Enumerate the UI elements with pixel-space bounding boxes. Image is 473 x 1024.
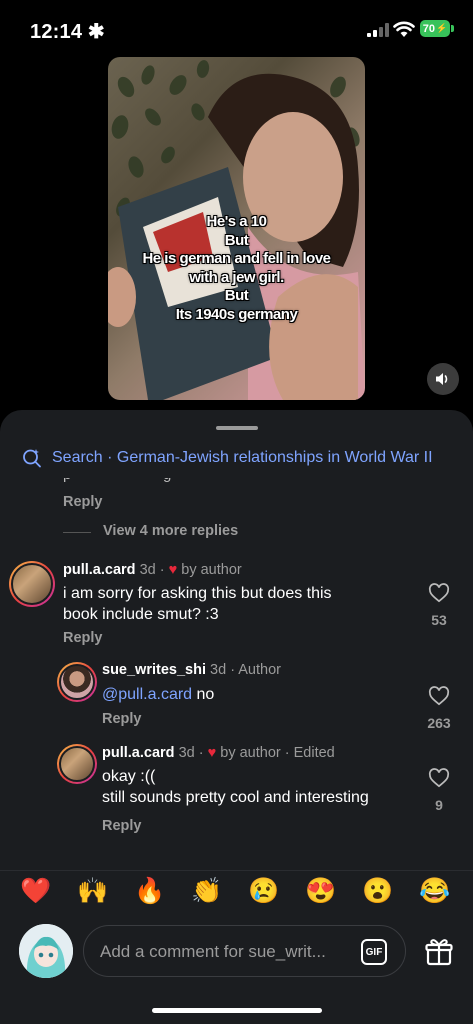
gift-icon[interactable] xyxy=(424,937,454,967)
status-bar: 12:14 ✱ 70 ⚡ xyxy=(0,0,473,56)
caption-line: But xyxy=(224,287,249,304)
gif-button[interactable]: GIF xyxy=(361,939,387,965)
clipped-comment-text: p g xyxy=(63,478,203,484)
comment-meta: pull.a.card 3d · ♥ by author · Edited xyxy=(102,745,335,761)
view-more-replies-button[interactable]: View 4 more replies xyxy=(103,523,238,539)
quick-reactions-bar xyxy=(0,870,473,916)
comment-username[interactable]: pull.a.card xyxy=(102,745,175,761)
caption-line: Its 1940s germany xyxy=(175,305,298,323)
reply-button[interactable]: Reply xyxy=(102,711,142,727)
home-indicator[interactable] xyxy=(152,1008,322,1013)
reply-button[interactable]: Reply xyxy=(102,818,142,834)
like-control[interactable]: 9 xyxy=(419,768,459,813)
speaker-icon xyxy=(436,373,448,385)
comment-text-line: still sounds pretty cool and interesting xyxy=(102,788,369,806)
edited-label: Edited xyxy=(293,745,335,761)
comment-input[interactable]: Add a comment for sue_writ... GIF xyxy=(83,925,406,977)
caption-line: He is german and fell in love xyxy=(142,250,331,267)
battery-indicator: 70 ⚡ xyxy=(420,20,450,37)
reply-button[interactable]: Reply xyxy=(63,494,103,510)
reply-button[interactable]: Reply xyxy=(63,630,103,646)
comment-text: @pull.a.card no xyxy=(102,685,214,706)
comment-input-placeholder: Add a comment for sue_writ... xyxy=(100,942,326,961)
sheet-grabber[interactable] xyxy=(216,426,258,430)
caption-line: He's a 10 xyxy=(206,213,267,230)
heart-outline-icon[interactable] xyxy=(428,583,450,603)
avatar[interactable] xyxy=(57,744,97,784)
comment-username[interactable]: pull.a.card xyxy=(63,562,136,578)
comment-text-body: no xyxy=(192,686,215,703)
comment-text-line: i am sorry for asking this but does this xyxy=(63,585,332,602)
like-control[interactable]: 53 xyxy=(419,583,459,628)
comment-text-line: book include smut? :3 xyxy=(63,605,219,623)
reaction-heart-eyes[interactable]: 😍 xyxy=(303,877,339,906)
comment-meta: sue_writes_shi 3d · Author xyxy=(102,662,281,678)
clock: 12:14 ✱ xyxy=(30,21,105,43)
heart-outline-icon[interactable] xyxy=(428,686,450,706)
battery-tip xyxy=(451,25,454,32)
comment-age: 3d xyxy=(139,562,156,578)
comment-username[interactable]: sue_writes_shi xyxy=(102,662,206,678)
reaction-fire[interactable]: 🔥 xyxy=(132,877,168,906)
comment-text: okay :(( still sounds pretty cool and in… xyxy=(102,767,369,808)
reaction-laughing[interactable]: 😂 xyxy=(417,877,453,906)
reaction-crying[interactable]: 😢 xyxy=(246,877,282,906)
cellular-signal-icon xyxy=(367,23,389,37)
sound-toggle-button[interactable] xyxy=(427,363,459,395)
author-badge: Author xyxy=(238,662,281,678)
reaction-clap[interactable]: 👏 xyxy=(189,877,225,906)
asterisk-icon: ✱ xyxy=(87,21,105,43)
video-player[interactable]: He's a 10 But He is german and fell in l… xyxy=(108,57,365,400)
like-count: 9 xyxy=(435,797,443,813)
video-caption: He's a 10 But He is german and fell in l… xyxy=(108,213,365,324)
heart-by-author-icon: ♥ xyxy=(207,745,217,761)
search-query-text: Search · German-Jewish relationships in … xyxy=(52,449,433,466)
comment-text-line: okay :(( xyxy=(102,768,156,785)
like-count: 53 xyxy=(431,612,447,628)
heart-by-author-icon: ♥ xyxy=(168,562,178,578)
by-author-label: by author xyxy=(220,745,281,761)
reaction-heart[interactable]: ❤️ xyxy=(18,877,54,906)
profile-picture xyxy=(19,924,73,978)
reaction-surprised[interactable]: 😮 xyxy=(360,877,396,906)
search-sparkle-icon xyxy=(23,449,41,468)
comment-age: 3d xyxy=(210,662,227,678)
related-search-link[interactable]: Search · German-Jewish relationships in … xyxy=(22,446,433,470)
reaction-raised-hands[interactable]: 🙌 xyxy=(75,877,111,906)
caption-line: But xyxy=(224,231,249,249)
caption-line: with a jew girl. xyxy=(189,268,284,286)
like-control[interactable]: 263 xyxy=(419,686,459,731)
by-author-label: by author xyxy=(181,562,242,578)
my-avatar[interactable] xyxy=(19,924,73,978)
like-count: 263 xyxy=(427,715,451,731)
view-more-divider xyxy=(63,532,91,533)
comment-meta: pull.a.card 3d · ♥ by author xyxy=(63,562,242,578)
comment-age: 3d xyxy=(178,745,195,761)
mention-link[interactable]: @pull.a.card xyxy=(102,686,192,703)
comment-text: i am sorry for asking this but does this… xyxy=(63,584,332,625)
avatar[interactable] xyxy=(57,662,97,702)
avatar[interactable] xyxy=(9,561,55,607)
heart-outline-icon[interactable] xyxy=(428,768,450,788)
wifi-icon xyxy=(393,21,415,37)
